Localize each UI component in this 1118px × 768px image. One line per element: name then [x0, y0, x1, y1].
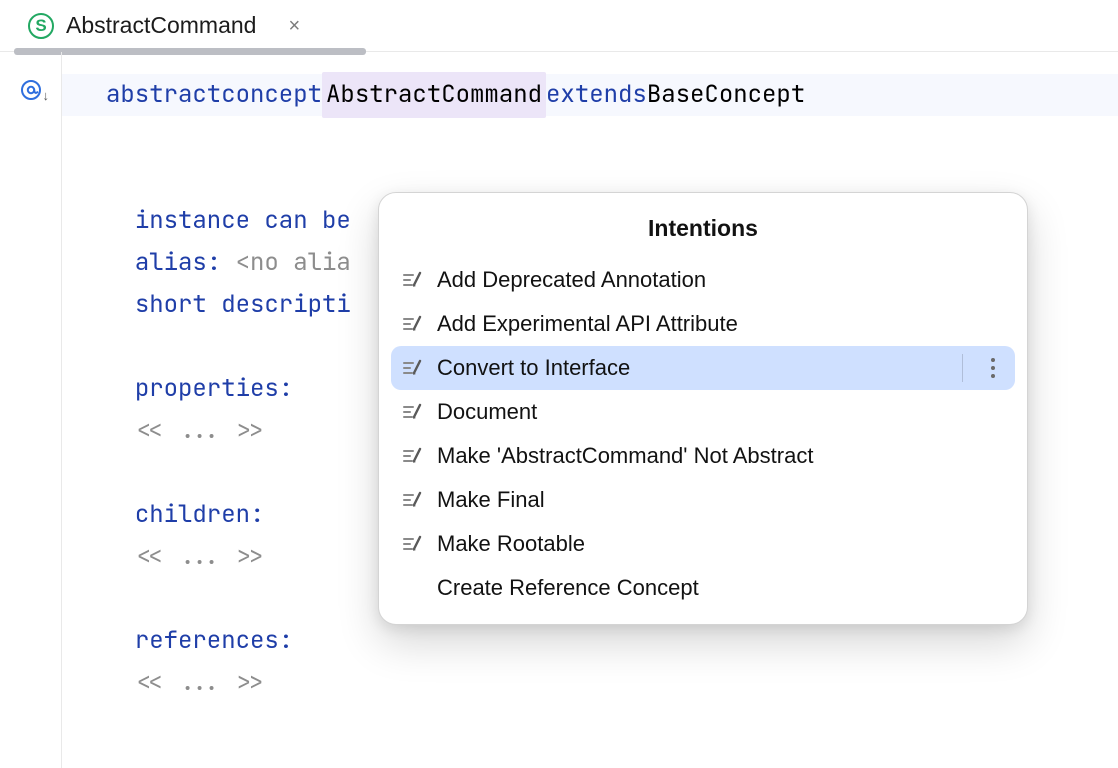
- intention-edit-icon: [401, 401, 423, 423]
- intention-label: Make Rootable: [437, 531, 585, 557]
- tab-title: AbstractCommand: [66, 12, 256, 39]
- intention-item[interactable]: Convert to Interface: [391, 346, 1015, 390]
- intentions-popup: Intentions Add Deprecated Annotation Add…: [378, 192, 1028, 625]
- intention-item[interactable]: Create Reference Concept: [379, 566, 1027, 610]
- intention-edit-icon: [401, 489, 423, 511]
- intention-item[interactable]: Add Experimental API Attribute: [379, 302, 1027, 346]
- intention-item[interactable]: Make Final: [379, 478, 1027, 522]
- concept-declaration-line[interactable]: abstract concept AbstractCommand extends…: [62, 74, 1118, 116]
- intention-edit-icon: [401, 357, 423, 379]
- tab-bar: S AbstractCommand ×: [0, 0, 1118, 52]
- intention-edit-icon: [401, 313, 423, 335]
- gutter: ↓: [0, 52, 62, 768]
- intention-label: Make Final: [437, 487, 545, 513]
- intention-label: Create Reference Concept: [437, 575, 699, 601]
- intention-item[interactable]: Make 'AbstractCommand' Not Abstract: [379, 434, 1027, 478]
- annotation-gutter-icon[interactable]: ↓: [0, 78, 61, 102]
- intention-label: Add Experimental API Attribute: [437, 311, 738, 337]
- intention-item[interactable]: Document: [379, 390, 1027, 434]
- intention-item[interactable]: Make Rootable: [379, 522, 1027, 566]
- concept-keyword: concept: [221, 74, 322, 116]
- editor-area: ↓ abstract concept AbstractCommand exten…: [0, 52, 1118, 768]
- intention-edit-icon: [401, 269, 423, 291]
- concept-name[interactable]: AbstractCommand: [322, 72, 546, 118]
- modifier-keyword: abstract: [106, 74, 221, 116]
- more-separator: [962, 354, 963, 382]
- struct-icon: S: [28, 13, 54, 39]
- struct-icon-letter: S: [35, 17, 46, 34]
- popup-title: Intentions: [379, 205, 1027, 258]
- references-placeholder[interactable]: << ... >>: [62, 662, 1118, 704]
- intention-edit-icon: [401, 533, 423, 555]
- intention-label: Document: [437, 399, 537, 425]
- intention-label: Add Deprecated Annotation: [437, 267, 706, 293]
- intention-item[interactable]: Add Deprecated Annotation: [379, 258, 1027, 302]
- more-options-icon[interactable]: [991, 358, 995, 378]
- extends-keyword: extends: [546, 74, 647, 116]
- intention-label: Make 'AbstractCommand' Not Abstract: [437, 443, 813, 469]
- intention-label: Convert to Interface: [437, 355, 630, 381]
- close-icon[interactable]: ×: [288, 16, 300, 36]
- extends-target[interactable]: BaseConcept: [647, 74, 805, 116]
- tab-abstractcommand[interactable]: S AbstractCommand ×: [24, 0, 304, 51]
- intention-edit-icon: [401, 445, 423, 467]
- references-label[interactable]: references:: [62, 620, 1118, 662]
